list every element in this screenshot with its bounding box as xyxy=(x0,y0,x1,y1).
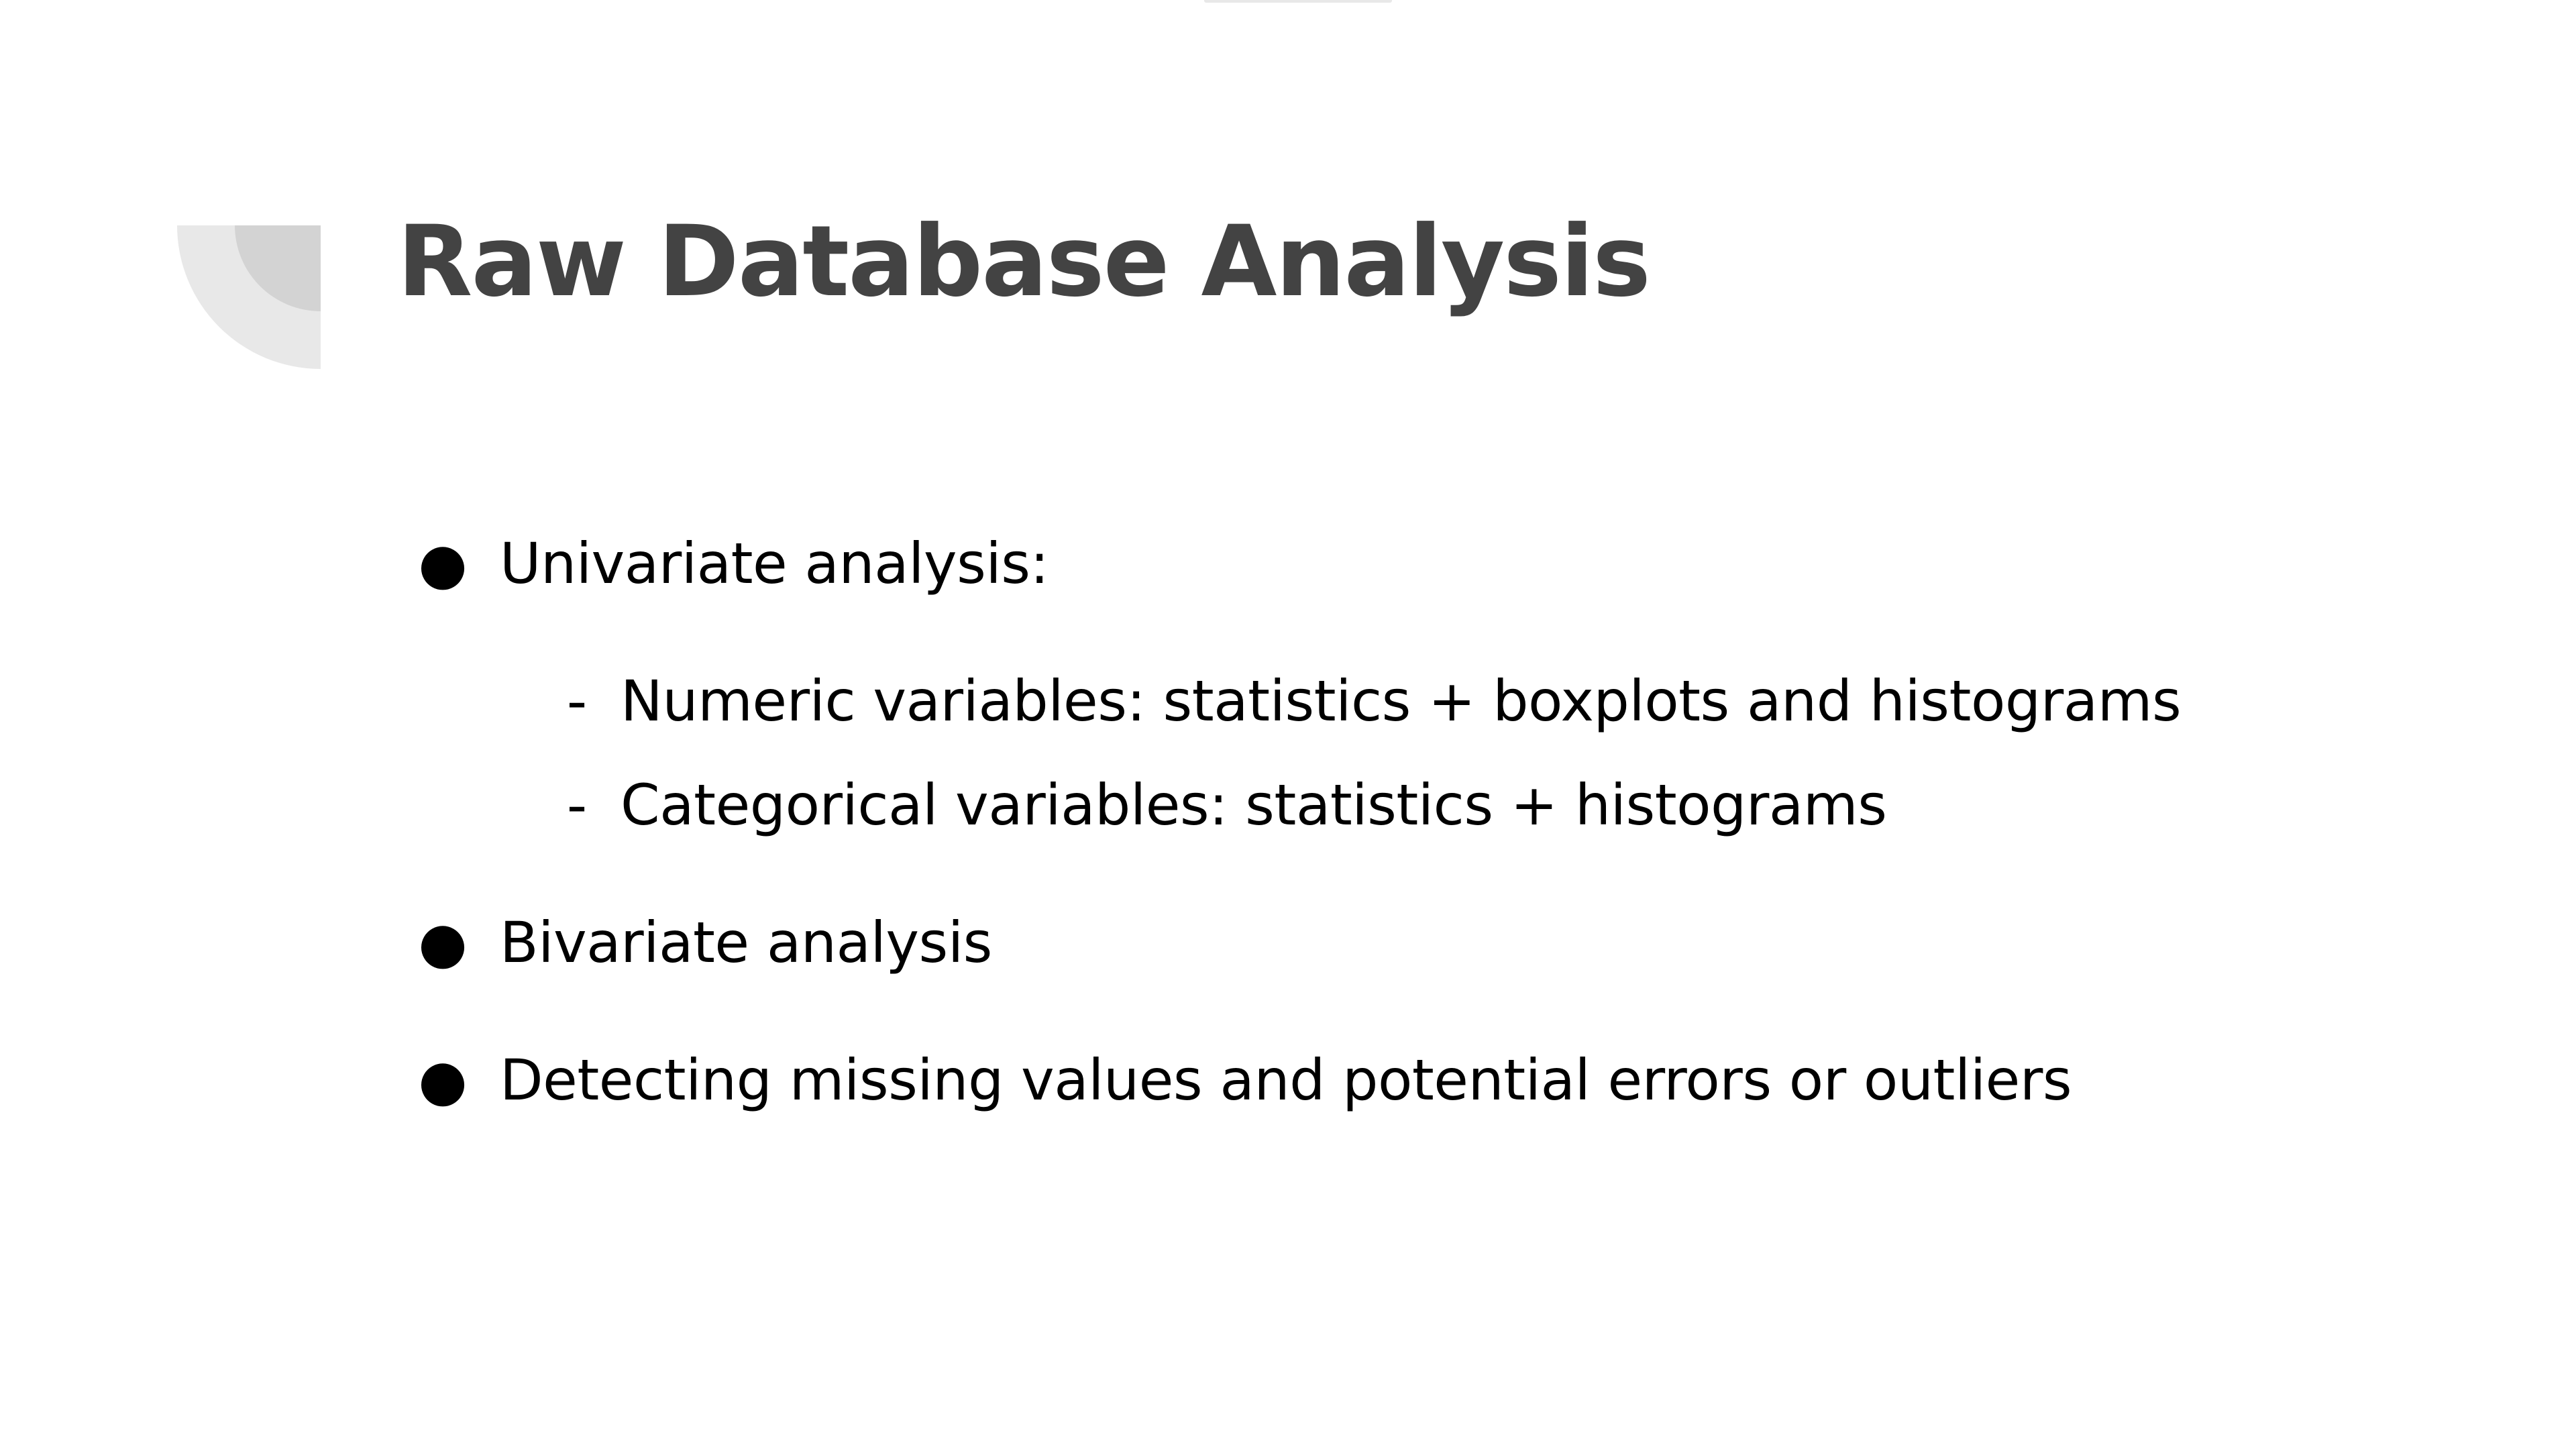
bullet-dot-icon: ● xyxy=(418,1047,468,1113)
bullet-text: Univariate analysis: xyxy=(500,531,1049,596)
bullet-text: Bivariate analysis xyxy=(500,910,992,975)
bullet-text: Detecting missing values and potential e… xyxy=(500,1047,2072,1113)
sub-bullet-text: Categorical variables: statistics + hist… xyxy=(621,772,1887,838)
sub-bullet-text: Numeric variables: statistics + boxplots… xyxy=(621,668,2182,734)
slide: Raw Database Analysis ● Univariate analy… xyxy=(0,0,2576,1449)
bullet-dot-icon: ● xyxy=(418,910,468,975)
corner-quarter-circle-decoration xyxy=(177,225,321,369)
bullet-dot-icon: ● xyxy=(418,531,468,596)
top-edge-tab xyxy=(1204,0,1392,3)
dash-marker-icon: - xyxy=(566,772,588,838)
quarter-circle-icon xyxy=(177,225,321,369)
dash-marker-icon: - xyxy=(566,668,588,734)
slide-title: Raw Database Analysis xyxy=(397,205,1651,319)
